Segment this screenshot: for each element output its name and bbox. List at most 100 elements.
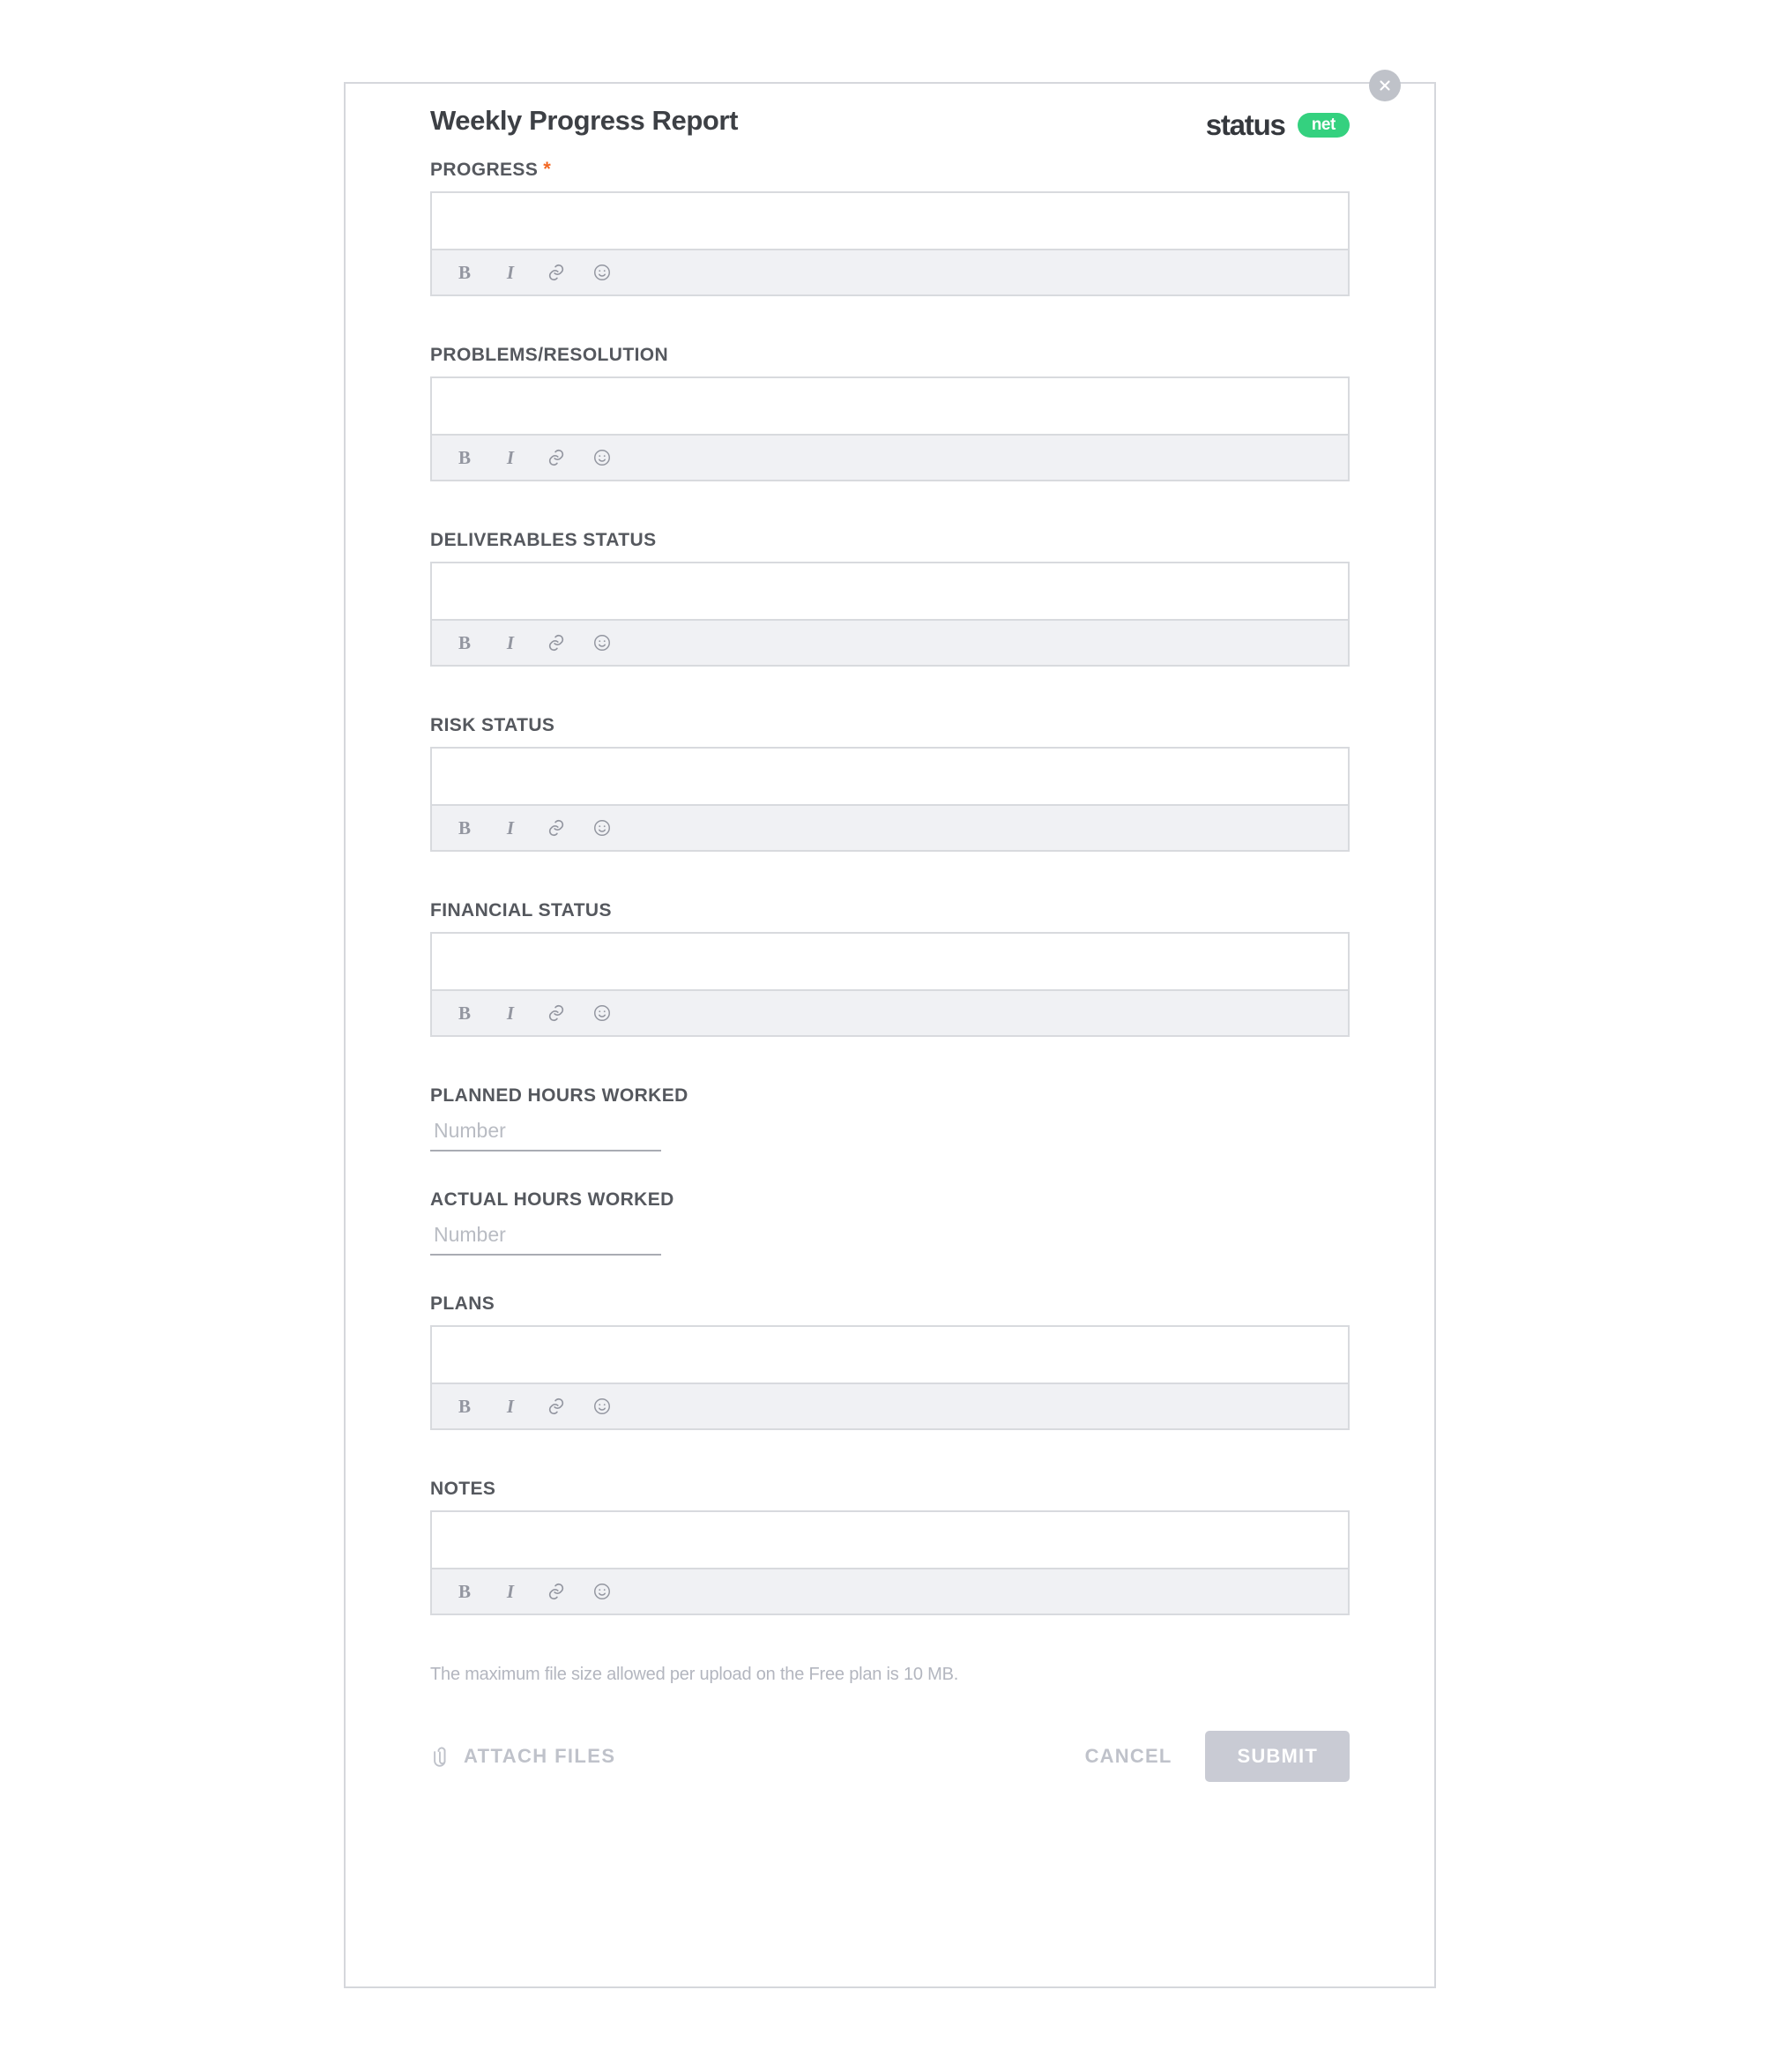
editor-toolbar: B I: [432, 989, 1348, 1035]
link-icon: [548, 264, 564, 281]
emoji-icon: [594, 820, 610, 836]
field-label-deliverables-status: DELIVERABLES STATUS: [430, 530, 657, 550]
link-button[interactable]: [545, 1580, 568, 1603]
link-icon: [548, 819, 564, 837]
risk-status-textarea[interactable]: [432, 749, 1348, 800]
bold-button[interactable]: B: [453, 1580, 476, 1603]
field-plans: PLANS B I: [430, 1294, 1350, 1430]
italic-button[interactable]: I: [499, 1002, 522, 1025]
planned-hours-input[interactable]: [430, 1117, 661, 1152]
field-label-planned-hours-worked: PLANNED HOURS WORKED: [430, 1085, 688, 1106]
field-label-plans: PLANS: [430, 1293, 495, 1314]
status-net-logo: status net: [1206, 108, 1350, 142]
brand-name: status: [1205, 108, 1286, 141]
report-form: PROGRESS * B I PROBLEMS/RESOLUTION B I D…: [398, 160, 1381, 1615]
italic-button[interactable]: I: [499, 446, 522, 469]
link-icon: [548, 634, 564, 652]
emoji-button[interactable]: [591, 1395, 614, 1418]
italic-button[interactable]: I: [499, 1395, 522, 1418]
field-financial-status: FINANCIAL STATUS B I: [430, 901, 1350, 1037]
modal-header: Weekly Progress Report status net: [398, 70, 1401, 160]
attach-files-label: ATTACH FILES: [464, 1745, 616, 1767]
italic-button[interactable]: I: [499, 261, 522, 284]
richtext-editor-financial-status: B I: [430, 932, 1350, 1037]
emoji-icon: [594, 1584, 610, 1599]
weekly-progress-report-modal: Weekly Progress Report status net PROGRE…: [344, 70, 1436, 1988]
editor-toolbar: B I: [432, 434, 1348, 480]
field-problems-resolution: PROBLEMS/RESOLUTION B I: [430, 346, 1350, 481]
emoji-icon: [594, 1005, 610, 1021]
plans-textarea[interactable]: [432, 1327, 1348, 1378]
bold-button[interactable]: B: [453, 631, 476, 654]
link-button[interactable]: [545, 816, 568, 839]
page-title: Weekly Progress Report: [430, 105, 738, 136]
emoji-button[interactable]: [591, 1002, 614, 1025]
link-button[interactable]: [545, 631, 568, 654]
italic-button[interactable]: I: [499, 1580, 522, 1603]
richtext-editor-plans: B I: [430, 1325, 1350, 1430]
richtext-editor-progress: B I: [430, 191, 1350, 296]
field-label-progress: PROGRESS *: [430, 158, 552, 180]
field-label-actual-hours-worked: ACTUAL HOURS WORKED: [430, 1189, 674, 1210]
richtext-editor-deliverables-status: B I: [430, 562, 1350, 667]
field-actual-hours-worked: ACTUAL HOURS WORKED: [430, 1190, 1350, 1256]
cancel-button[interactable]: CANCEL: [1085, 1745, 1206, 1768]
italic-button[interactable]: I: [499, 631, 522, 654]
link-button[interactable]: [545, 261, 568, 284]
field-deliverables-status: DELIVERABLES STATUS B I: [430, 531, 1350, 667]
footer-actions: ATTACH FILES CANCEL SUBMIT: [430, 1731, 1350, 1782]
emoji-icon: [594, 1398, 610, 1414]
editor-toolbar: B I: [432, 1383, 1348, 1428]
link-button[interactable]: [545, 1002, 568, 1025]
emoji-button[interactable]: [591, 261, 614, 284]
deliverables-status-textarea[interactable]: [432, 563, 1348, 615]
required-indicator: *: [543, 158, 552, 180]
emoji-icon: [594, 635, 610, 651]
problems-resolution-textarea[interactable]: [432, 378, 1348, 429]
attach-files-button[interactable]: ATTACH FILES: [430, 1745, 615, 1768]
emoji-button[interactable]: [591, 446, 614, 469]
link-icon: [548, 449, 564, 466]
field-label-notes: NOTES: [430, 1479, 496, 1499]
richtext-editor-notes: B I: [430, 1510, 1350, 1615]
notes-textarea[interactable]: [432, 1512, 1348, 1563]
submit-button[interactable]: SUBMIT: [1205, 1731, 1350, 1782]
link-icon: [548, 1004, 564, 1022]
field-label-financial-status: FINANCIAL STATUS: [430, 900, 612, 920]
emoji-button[interactable]: [591, 1580, 614, 1603]
bold-button[interactable]: B: [453, 261, 476, 284]
emoji-button[interactable]: [591, 631, 614, 654]
richtext-editor-problems-resolution: B I: [430, 376, 1350, 481]
link-button[interactable]: [545, 1395, 568, 1418]
editor-toolbar: B I: [432, 804, 1348, 850]
brand-badge: net: [1297, 113, 1350, 138]
modal-footer: The maximum file size allowed per upload…: [398, 1665, 1381, 1782]
editor-toolbar: B I: [432, 619, 1348, 665]
emoji-button[interactable]: [591, 816, 614, 839]
close-icon: [1380, 80, 1390, 91]
link-icon: [548, 1583, 564, 1600]
bold-button[interactable]: B: [453, 816, 476, 839]
editor-toolbar: B I: [432, 1568, 1348, 1614]
emoji-icon: [594, 450, 610, 466]
field-progress: PROGRESS * B I: [430, 160, 1350, 296]
close-button[interactable]: [1369, 70, 1401, 101]
richtext-editor-risk-status: B I: [430, 747, 1350, 852]
page-background: Weekly Progress Report status net PROGRE…: [0, 0, 1771, 2072]
link-icon: [548, 1397, 564, 1415]
field-notes: NOTES B I: [430, 1479, 1350, 1615]
financial-status-textarea[interactable]: [432, 934, 1348, 985]
actual-hours-input[interactable]: [430, 1221, 661, 1256]
emoji-icon: [594, 265, 610, 280]
field-risk-status: RISK STATUS B I: [430, 716, 1350, 852]
paperclip-icon: [434, 1747, 446, 1767]
link-button[interactable]: [545, 446, 568, 469]
bold-button[interactable]: B: [453, 446, 476, 469]
bold-button[interactable]: B: [453, 1395, 476, 1418]
field-label-risk-status: RISK STATUS: [430, 715, 555, 735]
file-size-note: The maximum file size allowed per upload…: [430, 1665, 959, 1684]
progress-textarea[interactable]: [432, 193, 1348, 244]
italic-button[interactable]: I: [499, 816, 522, 839]
field-label-problems-resolution: PROBLEMS/RESOLUTION: [430, 345, 669, 365]
bold-button[interactable]: B: [453, 1002, 476, 1025]
